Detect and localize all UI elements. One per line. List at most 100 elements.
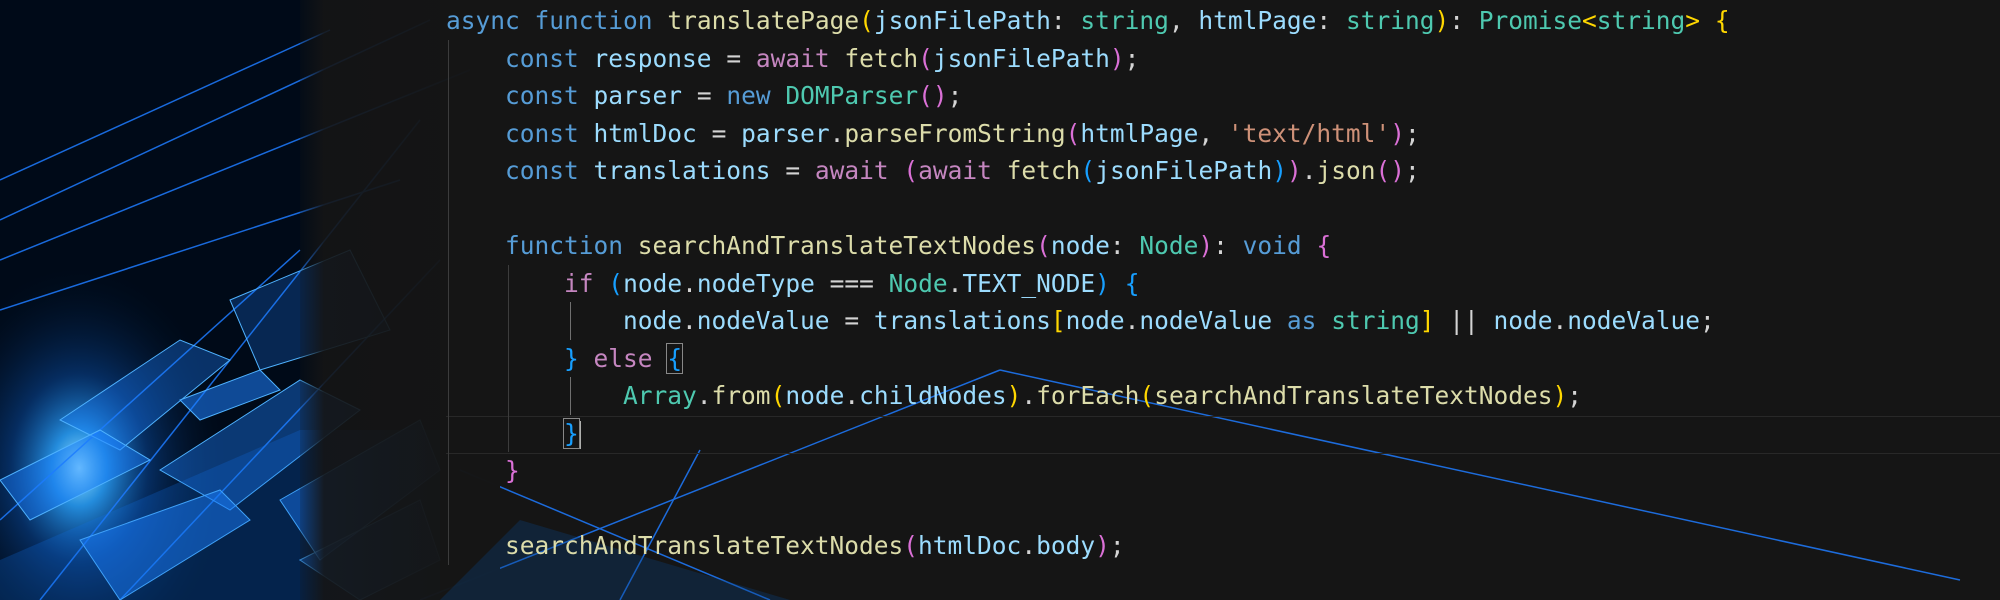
- code-token: .: [696, 381, 712, 410]
- code-line[interactable]: const response = await fetch(jsonFilePat…: [446, 40, 1139, 77]
- code-token: string: [1331, 306, 1420, 335]
- code-token: jsonFilePath: [932, 43, 1110, 73]
- code-token: await: [814, 156, 889, 185]
- code-token: (: [903, 531, 919, 560]
- code-token: ===: [814, 268, 889, 298]
- code-token: .: [1552, 306, 1568, 335]
- code-line[interactable]: if (node.nodeType === Node.TEXT_NODE) {: [446, 265, 1139, 302]
- code-token: await: [755, 43, 830, 73]
- code-token: response: [593, 43, 712, 73]
- code-token: (: [770, 381, 786, 410]
- code-token: body: [1036, 531, 1096, 560]
- code-line[interactable]: } else {: [446, 340, 684, 377]
- code-token: translations: [873, 306, 1051, 335]
- code-token: const: [505, 43, 579, 73]
- code-token: (: [903, 156, 919, 185]
- code-token: htmlPage: [1080, 118, 1199, 148]
- code-token: jsonFilePath: [873, 6, 1051, 35]
- code-line[interactable]: const translations = await (await fetch(…: [446, 152, 1420, 189]
- code-token: ): [1095, 531, 1110, 560]
- code-token: Node: [888, 268, 948, 298]
- code-token: (: [1036, 231, 1051, 260]
- code-line[interactable]: function searchAndTranslateTextNodes(nod…: [446, 227, 1331, 264]
- code-token: fetch: [1006, 156, 1081, 185]
- code-line[interactable]: const parser = new DOMParser();: [446, 77, 962, 114]
- code-line[interactable]: const htmlDoc = parser.parseFromString(h…: [446, 115, 1420, 152]
- code-token: .: [1124, 306, 1140, 335]
- code-token: :: [1449, 6, 1479, 35]
- code-token: =: [682, 81, 727, 110]
- code-token: searchAndTranslateTextNodes: [505, 531, 904, 560]
- code-token: =: [696, 118, 742, 148]
- code-token: parser: [741, 118, 830, 148]
- code-token: (): [918, 81, 948, 110]
- code-token: forEach: [1036, 381, 1140, 410]
- code-token: node: [1493, 306, 1553, 335]
- code-token: string: [1080, 6, 1169, 35]
- code-line[interactable]: }: [446, 415, 581, 452]
- code-line[interactable]: }: [446, 452, 520, 489]
- text-cursor: [578, 420, 581, 449]
- code-token: (: [918, 43, 933, 73]
- code-token: nodeValue: [696, 306, 830, 335]
- code-token: (: [859, 6, 874, 35]
- code-token: ,: [1168, 6, 1199, 35]
- code-editor[interactable]: async function translatePage(jsonFilePat…: [446, 2, 2000, 600]
- code-token: searchAndTranslateTextNodes: [1154, 381, 1553, 410]
- code-token: (): [1375, 156, 1406, 185]
- code-token: ;: [1124, 43, 1140, 73]
- code-token: node: [623, 306, 683, 335]
- code-token: htmlPage: [1198, 6, 1317, 35]
- code-token: await: [918, 156, 992, 185]
- code-token: (: [1080, 156, 1096, 185]
- code-line[interactable]: node.nodeValue = translations[node.nodeV…: [446, 302, 1715, 339]
- code-token: ,: [1198, 118, 1228, 148]
- code-token: ): [1095, 268, 1110, 298]
- code-token: parseFromString: [844, 118, 1066, 148]
- code-token: Promise: [1478, 6, 1582, 35]
- code-token: ): [1006, 381, 1022, 410]
- code-token: 'text/html': [1227, 118, 1391, 148]
- code-token: Node: [1139, 231, 1199, 260]
- code-token: htmlDoc: [593, 118, 697, 148]
- code-token: nodeValue: [1139, 306, 1273, 335]
- code-token: fetch: [844, 43, 919, 73]
- code-token: node: [623, 268, 683, 298]
- code-token: ): [1434, 6, 1450, 35]
- code-token: }: [563, 417, 580, 449]
- code-token: const: [505, 118, 579, 148]
- code-token: from: [711, 381, 771, 410]
- code-token: const: [505, 81, 579, 110]
- code-token: ||: [1434, 306, 1494, 335]
- code-line[interactable]: Array.from(node.childNodes).forEach(sear…: [446, 377, 1582, 414]
- code-token: }: [564, 343, 579, 373]
- code-token: translations: [593, 156, 771, 185]
- code-line[interactable]: searchAndTranslateTextNodes(htmlDoc.body…: [446, 527, 1125, 564]
- code-token: Array: [623, 381, 697, 410]
- code-token: if: [564, 268, 594, 298]
- code-token: nodeValue: [1567, 306, 1701, 335]
- code-line[interactable]: async function translatePage(jsonFilePat…: [446, 2, 1730, 39]
- code-token: [: [1050, 306, 1066, 335]
- code-token: nodeType: [696, 268, 815, 298]
- code-token: void: [1242, 231, 1302, 260]
- code-token: ): [1552, 381, 1568, 410]
- code-token: .: [1021, 531, 1037, 560]
